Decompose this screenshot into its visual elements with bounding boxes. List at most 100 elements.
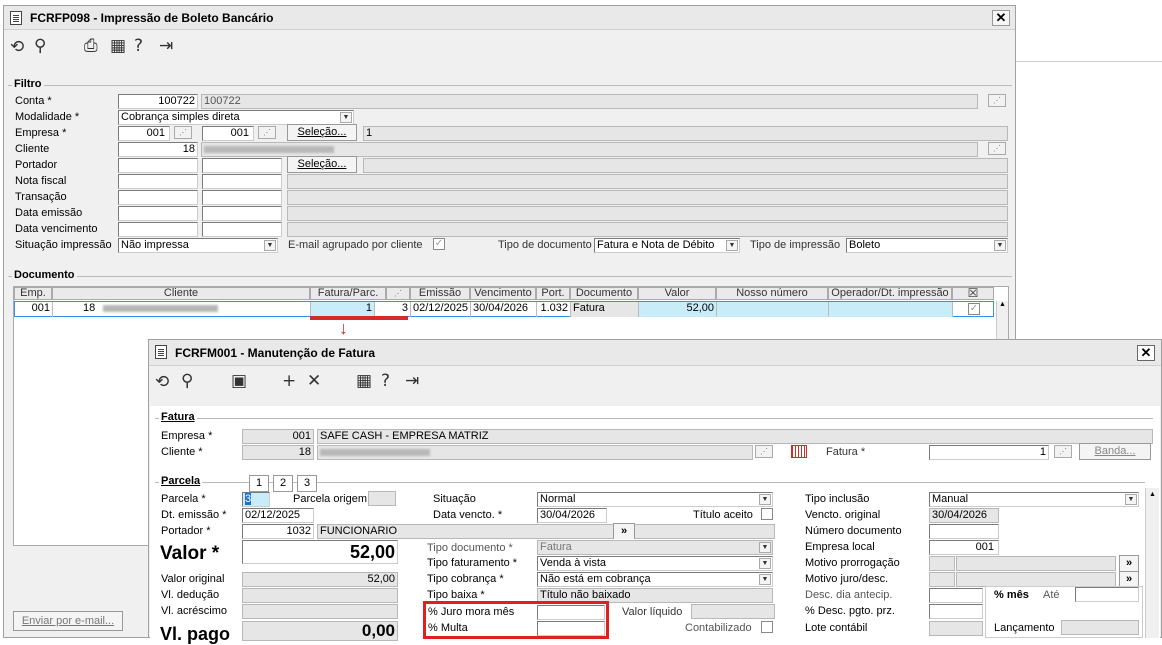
nota-label: Nota fiscal <box>15 175 67 187</box>
vencimento-to-input[interactable] <box>202 222 282 237</box>
search-icon[interactable]: ⚲ <box>34 36 46 56</box>
help-icon[interactable]: ? <box>381 371 390 391</box>
multa-label: % Multa <box>428 622 468 634</box>
tipo-documento-select[interactable]: Fatura e Nota de Débito ▼ <box>594 238 740 253</box>
printer-icon[interactable]: ⎙ <box>84 36 98 56</box>
portador-to-input[interactable] <box>202 158 282 173</box>
portador-expand-button[interactable]: » <box>613 523 635 540</box>
col-lookup[interactable]: ⋰ <box>386 287 410 300</box>
form-scrollbar[interactable]: ▲ <box>1145 488 1159 638</box>
empresa-to-lookup[interactable]: ⋰ <box>258 126 276 139</box>
enviar-email-button[interactable]: Enviar por e-mail... <box>13 611 123 631</box>
col-emp[interactable]: Emp. <box>14 287 52 300</box>
col-port[interactable]: Port. <box>536 287 570 300</box>
modalidade-select[interactable]: Cobrança simples direta ▼ <box>118 110 354 125</box>
conta-code-input[interactable]: 100722 <box>118 94 198 109</box>
calendar-red-icon[interactable] <box>791 445 807 458</box>
table-row[interactable]: 001 18 1 3 02/12/2025 30/04/2026 1.032 F… <box>14 301 994 317</box>
exit-icon[interactable]: ⇥ <box>159 36 173 56</box>
col-valor[interactable]: Valor <box>638 287 716 300</box>
col-documento[interactable]: Documento <box>570 287 638 300</box>
situacao-impressao-select[interactable]: Não impressa ▼ <box>118 238 278 253</box>
tipo-faturamento-select[interactable]: Venda à vista ▼ <box>537 556 773 571</box>
situacao-select[interactable]: Normal ▼ <box>537 492 773 507</box>
emissao-to-input[interactable] <box>202 206 282 221</box>
cliente-lookup-button[interactable]: ⋰ <box>988 142 1006 155</box>
undo-icon[interactable]: ⟲ <box>10 37 24 57</box>
tab-parcela-2[interactable]: 2 <box>273 475 293 492</box>
emissao-input[interactable]: 02/12/2025 <box>242 508 314 523</box>
juro-mora-label: % Juro mora mês <box>428 606 515 618</box>
numero-documento-input[interactable] <box>929 524 999 539</box>
desc-dia-input[interactable] <box>929 588 983 603</box>
col-fatura[interactable]: Fatura/Parc. <box>310 287 386 300</box>
emissao-desc-field <box>287 206 1008 221</box>
exit-icon[interactable]: ⇥ <box>405 371 419 391</box>
delete-icon[interactable]: ✕ <box>307 371 321 391</box>
ate-input[interactable] <box>1075 587 1139 602</box>
contabilizado-checkbox[interactable] <box>761 621 773 633</box>
tipo-inclusao-select[interactable]: Manual ▼ <box>929 492 1139 507</box>
tipo-cobranca-select[interactable]: Não está em cobrança ▼ <box>537 572 773 587</box>
calendar-icon[interactable]: ▦ <box>110 36 126 56</box>
motivo-juro-code <box>929 572 955 587</box>
transacao-from-input[interactable] <box>118 190 198 205</box>
tab-parcela-1[interactable]: 1 <box>249 475 269 492</box>
empresa-selecao-button[interactable]: Seleção... <box>287 124 357 141</box>
juro-mora-input[interactable] <box>537 605 605 620</box>
nota-to-input[interactable] <box>202 174 282 189</box>
col-nosso-numero[interactable]: Nosso número <box>716 287 828 300</box>
transacao-to-input[interactable] <box>202 190 282 205</box>
save-icon[interactable]: ▣ <box>231 371 247 391</box>
fatura-lookup-button[interactable]: ⋰ <box>1054 445 1072 458</box>
window-fatura: FCRFM001 - Manutenção de Fatura ✕ ⟲ ⚲ ▣ … <box>148 339 1162 644</box>
close-button[interactable]: ✕ <box>1137 345 1155 361</box>
lote-contabil-label: Lote contábil <box>805 622 868 634</box>
situacao-value: Normal <box>540 493 576 505</box>
row-select-checkbox[interactable]: ✓ <box>968 303 980 315</box>
conta-lookup-button[interactable]: ⋰ <box>988 94 1006 107</box>
col-vencimento[interactable]: Vencimento <box>470 287 536 300</box>
calendar-icon[interactable]: ▦ <box>356 371 372 391</box>
multa-input[interactable] <box>537 621 605 636</box>
cliente-code-input[interactable]: 18 <box>118 142 198 157</box>
vencimento-from-input[interactable] <box>118 222 198 237</box>
portador-code-input[interactable]: 1032 <box>242 524 314 539</box>
add-icon[interactable]: + <box>282 371 296 391</box>
portador-from-input[interactable] <box>118 158 198 173</box>
vencto-input[interactable]: 30/04/2026 <box>537 508 607 523</box>
col-emissao[interactable]: Emissão <box>410 287 470 300</box>
empresa-from-input[interactable]: 001 <box>118 126 170 141</box>
cliente-lookup-button[interactable]: ⋰ <box>755 445 773 458</box>
email-agrupado-checkbox[interactable]: ✓ <box>433 238 445 250</box>
close-button[interactable]: ✕ <box>992 10 1010 26</box>
col-cliente[interactable]: Cliente <box>52 287 310 300</box>
emissao-label: Dt. emissão * <box>161 509 227 521</box>
valor-input[interactable]: 52,00 <box>242 540 398 564</box>
portador-selecao-button[interactable]: Seleção... <box>287 156 357 173</box>
empresa-from-lookup[interactable]: ⋰ <box>174 126 192 139</box>
parcela-input[interactable]: 3 <box>242 492 270 507</box>
titulo-aceito-checkbox[interactable] <box>761 508 773 520</box>
undo-icon[interactable]: ⟲ <box>155 372 169 392</box>
empresa-local-input[interactable]: 001 <box>929 540 999 555</box>
col-select-all[interactable]: ☒ <box>952 287 994 300</box>
tipo-inclusao-label: Tipo inclusão <box>805 493 870 505</box>
portador-label: Portador <box>15 159 58 171</box>
fatura-number-input[interactable]: 1 <box>929 445 1049 460</box>
motivo-prorrogacao-button[interactable]: » <box>1119 555 1139 572</box>
document-icon <box>155 345 167 359</box>
emissao-from-input[interactable] <box>118 206 198 221</box>
nota-from-input[interactable] <box>118 174 198 189</box>
tipo-impressao-select[interactable]: Boleto ▼ <box>846 238 1008 253</box>
desc-pgto-input[interactable] <box>929 604 983 619</box>
row-emp: 001 <box>15 302 53 317</box>
empresa-to-input[interactable]: 001 <box>202 126 254 141</box>
tab-parcela-3[interactable]: 3 <box>297 475 317 492</box>
banda-button[interactable]: Banda... <box>1079 443 1151 460</box>
valor-original-label: Valor original <box>161 573 225 585</box>
tipo-baixa-label: Tipo baixa * <box>427 589 485 601</box>
help-icon[interactable]: ? <box>134 36 143 56</box>
search-icon[interactable]: ⚲ <box>181 371 193 391</box>
col-operador[interactable]: Operador/Dt. impressão <box>828 287 952 300</box>
